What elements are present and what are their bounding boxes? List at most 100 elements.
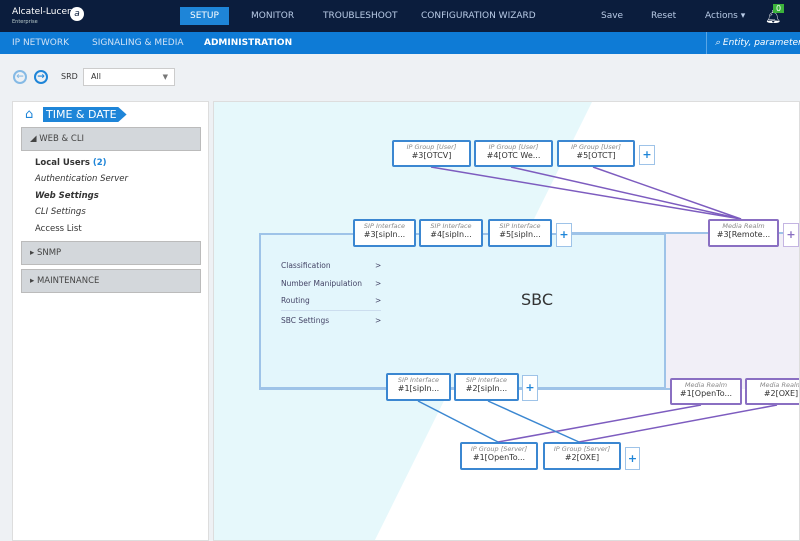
- reset-button[interactable]: Reset: [641, 7, 686, 25]
- box-type: Media Realm: [684, 381, 728, 389]
- box-type: SIP Interface: [499, 222, 541, 230]
- sub-nav: IP NETWORK SIGNALING & MEDIA ADMINISTRAT…: [0, 32, 800, 54]
- srd-select[interactable]: All ▼: [83, 68, 175, 86]
- sidebar-item-authentication-server[interactable]: Authentication Server: [35, 174, 128, 184]
- srd-value: All: [91, 72, 101, 81]
- box-value: #1[sipIn...: [397, 384, 440, 393]
- save-button[interactable]: Save: [591, 7, 633, 25]
- add-sip-interface-bottom-button[interactable]: +: [522, 375, 538, 401]
- menu-routing[interactable]: Routing >: [281, 296, 381, 311]
- add-ip-group-server-button[interactable]: +: [625, 447, 640, 470]
- tab-configuration-wizard[interactable]: CONFIGURATION WIZARD: [411, 7, 546, 25]
- menu-sbc-settings[interactable]: SBC Settings >: [281, 316, 381, 325]
- menu-label: Routing: [281, 296, 310, 305]
- box-type: Media Realm: [759, 381, 800, 389]
- box-type: Media Realm: [722, 222, 765, 230]
- box-value: #2[OXE]: [763, 389, 799, 398]
- section-web-cli[interactable]: ◢ WEB & CLI: [21, 127, 201, 151]
- media-realm-1[interactable]: Media Realm #1[OpenTo...: [670, 378, 742, 405]
- section-label: SNMP: [36, 248, 62, 258]
- sip-interface-5[interactable]: SIP Interface #5[sipIn...: [488, 219, 552, 247]
- sip-interface-2[interactable]: SIP Interface #2[sipIn...: [454, 373, 519, 401]
- back-button[interactable]: ←: [13, 70, 27, 84]
- sbc-title: SBC: [521, 290, 554, 309]
- sbc-block: SBC Classification > Number Manipulation >…: [259, 233, 666, 389]
- tab-setup[interactable]: SETUP: [180, 7, 229, 25]
- ip-group-server-1[interactable]: IP Group [Server] #1[OpenTo...: [460, 442, 538, 470]
- breadcrumb-time-date[interactable]: TIME & DATE: [43, 107, 127, 122]
- box-type: SIP Interface: [397, 376, 440, 384]
- box-type: IP Group [User]: [488, 143, 539, 151]
- tab-monitor[interactable]: MONITOR: [241, 7, 304, 25]
- box-type: SIP Interface: [465, 376, 508, 384]
- notification-badge: 0: [773, 4, 785, 13]
- box-type: IP Group [User]: [406, 143, 457, 151]
- search-icon: ⌕: [715, 38, 723, 48]
- search-placeholder: Entity, parameter: [722, 38, 800, 48]
- box-value: #3[sipIn...: [363, 230, 406, 239]
- chevron-right-icon: >: [375, 279, 382, 288]
- tab-troubleshoot[interactable]: TROUBLESHOOT: [313, 7, 407, 25]
- search-input[interactable]: ⌕ Entity, parameter: [706, 32, 800, 54]
- menu-number-manipulation[interactable]: Number Manipulation >: [281, 279, 381, 288]
- add-media-realm-top-button[interactable]: +: [783, 223, 799, 247]
- box-value: #2[OXE]: [564, 453, 600, 462]
- sip-interface-1[interactable]: SIP Interface #1[sipIn...: [386, 373, 451, 401]
- menu-label: SBC Settings: [281, 316, 330, 325]
- sidebar-item-web-settings[interactable]: Web Settings: [35, 191, 99, 201]
- item-label: Local Users: [35, 158, 90, 168]
- tab-ip-network[interactable]: IP NETWORK: [12, 32, 69, 54]
- topology-canvas: SBC Classification > Number Manipulation >…: [213, 101, 800, 541]
- box-type: SIP Interface: [430, 222, 472, 230]
- item-count: (2): [92, 158, 107, 168]
- sip-interface-3[interactable]: SIP Interface #3[sipIn...: [353, 219, 416, 247]
- box-value: #3[Remote...: [716, 230, 771, 239]
- box-type: SIP Interface: [363, 222, 406, 230]
- srd-label: SRD: [61, 72, 78, 81]
- tab-administration[interactable]: ADMINISTRATION: [204, 32, 292, 54]
- chevron-right-icon: >: [375, 261, 382, 270]
- media-realm-2[interactable]: Media Realm #2[OXE]: [745, 378, 800, 405]
- box-type: IP Group [Server]: [553, 445, 611, 453]
- box-value: #1[OpenTo...: [472, 453, 526, 462]
- box-value: #5[sipIn...: [499, 230, 541, 239]
- brand-sub: Enterprise: [12, 19, 38, 25]
- menu-label: Classification: [281, 261, 331, 270]
- menu-classification[interactable]: Classification >: [281, 261, 381, 270]
- menu-label: Number Manipulation: [281, 279, 362, 288]
- box-value: #4[OTC We...: [486, 151, 541, 160]
- chevron-right-icon: >: [375, 316, 382, 325]
- sidebar-item-access-list[interactable]: Access List: [35, 224, 82, 234]
- brand-logo-icon: a: [70, 7, 84, 21]
- brand-logo: Alcatel-Lucent Enterprise: [12, 8, 76, 27]
- actions-menu[interactable]: Actions ▾: [695, 7, 755, 25]
- section-label: WEB & CLI: [39, 134, 85, 144]
- ip-group-user-3[interactable]: IP Group [User] #3[OTCV]: [392, 140, 471, 167]
- chevron-down-icon: ▼: [162, 73, 168, 81]
- sip-interface-4[interactable]: SIP Interface #4[sipIn...: [419, 219, 483, 247]
- box-type: IP Group [User]: [571, 143, 621, 151]
- section-snmp[interactable]: ▸ SNMP: [21, 241, 201, 265]
- forward-button[interactable]: →: [34, 70, 48, 84]
- sidebar-item-cli-settings[interactable]: CLI Settings: [35, 207, 86, 217]
- media-realm-3[interactable]: Media Realm #3[Remote...: [708, 219, 779, 247]
- add-sip-interface-top-button[interactable]: +: [556, 223, 572, 247]
- section-label: MAINTENANCE: [36, 276, 100, 286]
- section-maintenance[interactable]: ▸ MAINTENANCE: [21, 269, 201, 293]
- box-value: #2[sipIn...: [465, 384, 508, 393]
- tab-signaling-media[interactable]: SIGNALING & MEDIA: [92, 32, 184, 54]
- brand-name: Alcatel-Lucent: [12, 7, 77, 17]
- box-value: #1[OpenTo...: [679, 389, 733, 398]
- ip-group-server-2[interactable]: IP Group [Server] #2[OXE]: [543, 442, 621, 470]
- home-icon[interactable]: ⌂: [25, 107, 33, 122]
- ip-group-user-4[interactable]: IP Group [User] #4[OTC We...: [474, 140, 553, 167]
- box-value: #4[sipIn...: [430, 230, 472, 239]
- sidebar: ⌂ TIME & DATE ◢ WEB & CLI Local Users (2…: [12, 101, 209, 541]
- ip-group-user-5[interactable]: IP Group [User] #5[OTCT]: [557, 140, 635, 167]
- box-value: #3[OTCV]: [411, 151, 452, 160]
- top-bar: Alcatel-Lucent Enterprise a SETUP MONITOR…: [0, 0, 800, 32]
- add-ip-group-user-button[interactable]: +: [639, 145, 655, 165]
- sidebar-item-local-users[interactable]: Local Users (2): [35, 158, 107, 168]
- chevron-right-icon: >: [375, 296, 382, 305]
- box-value: #5[OTCT]: [576, 151, 616, 160]
